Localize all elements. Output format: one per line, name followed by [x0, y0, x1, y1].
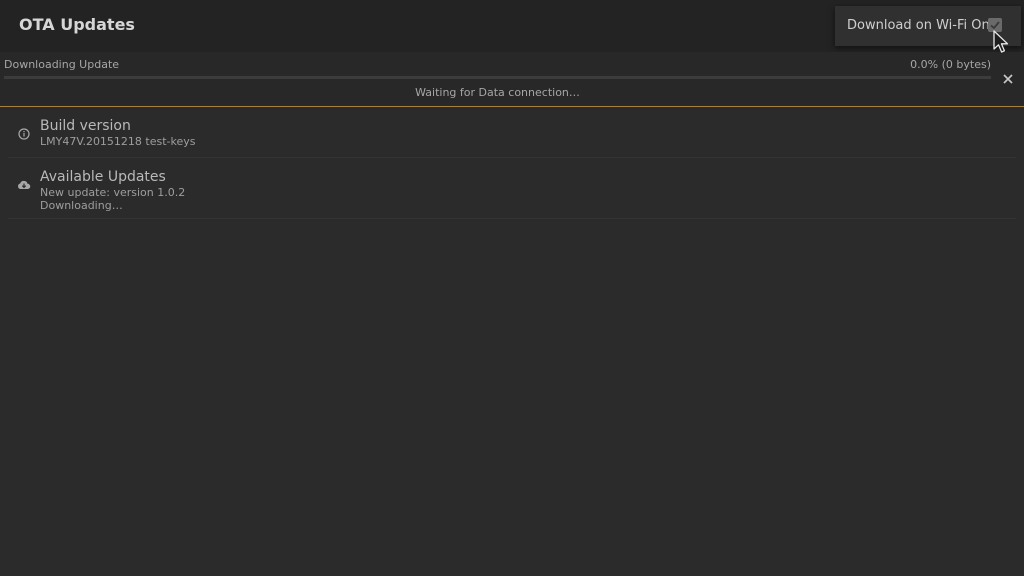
available-updates-text: Available Updates New update: version 1.… [40, 169, 185, 212]
cloud-download-icon [17, 177, 31, 191]
preference-list: Build version LMY47V.20151218 test-keys … [8, 107, 1016, 219]
available-updates-status: Downloading… [40, 199, 123, 212]
overflow-popup-menu: Download on Wi-Fi Only [835, 6, 1021, 46]
available-updates-item[interactable]: Available Updates New update: version 1.… [8, 158, 1016, 219]
build-version-title: Build version [40, 118, 131, 134]
cancel-download-button[interactable] [1001, 71, 1015, 85]
info-icon [17, 126, 31, 140]
wifi-only-checkbox[interactable] [988, 18, 1002, 32]
available-updates-title: Available Updates [40, 169, 166, 185]
wifi-only-label: Download on Wi-Fi Only [847, 18, 1002, 33]
download-percent: 0.0% (0 bytes) [910, 58, 991, 71]
download-status: Waiting for Data connection… [415, 86, 580, 99]
close-icon [1003, 74, 1013, 84]
build-version-text: Build version LMY47V.20151218 test-keys [40, 118, 196, 148]
download-progress-bar [4, 76, 991, 79]
build-version-value: LMY47V.20151218 test-keys [40, 135, 196, 148]
build-version-item[interactable]: Build version LMY47V.20151218 test-keys [8, 107, 1016, 158]
check-icon [990, 21, 1000, 30]
ota-updates-app: OTA Updates Download on Wi-Fi Only Downl… [0, 0, 1024, 576]
page-title: OTA Updates [19, 15, 135, 34]
download-label: Downloading Update [4, 58, 120, 71]
available-updates-version: New update: version 1.0.2 [40, 186, 186, 199]
download-progress-panel: Downloading Update 0.0% (0 bytes) Waitin… [0, 52, 1024, 106]
